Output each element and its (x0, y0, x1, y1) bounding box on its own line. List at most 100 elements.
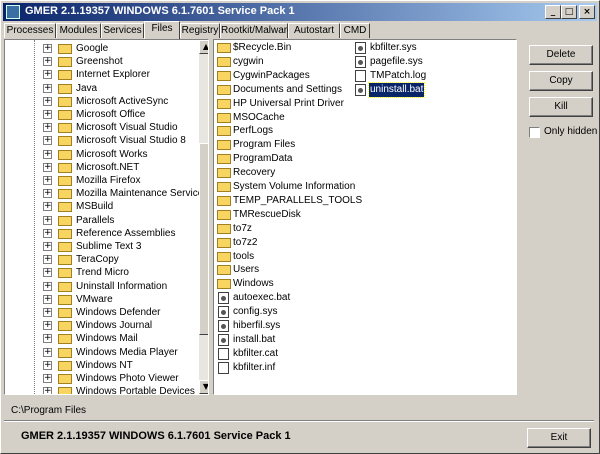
expand-icon[interactable]: + (43, 57, 52, 67)
expand-icon[interactable]: + (43, 83, 52, 93)
delete-button[interactable]: Delete (529, 45, 593, 65)
tree-item-label: Java (76, 82, 98, 94)
tree-item[interactable]: + Windows Defender (5, 306, 195, 319)
tree-item-label: Microsoft Works (76, 148, 148, 160)
expand-icon[interactable]: + (43, 110, 52, 119)
tree-item[interactable]: + Google (5, 42, 195, 55)
file-name: PerfLogs (233, 125, 274, 137)
tab-rootkit-malware[interactable]: Rootkit/Malware (220, 23, 293, 38)
expand-icon[interactable]: + (43, 308, 52, 317)
tree-item-label: Microsoft Visual Studio 8 (76, 135, 186, 147)
tree-item[interactable]: + Trend Micro (5, 266, 195, 279)
tree-item[interactable]: + Greenshot (5, 55, 195, 68)
tree-item[interactable]: + Mozilla Firefox (5, 174, 195, 187)
gmer-window: GMER 2.1.19357 WINDOWS 6.1.7601 Service … (0, 0, 600, 454)
expand-icon[interactable]: + (43, 347, 52, 357)
expand-icon[interactable]: + (43, 96, 52, 106)
expand-icon[interactable]: + (43, 294, 52, 304)
expand-icon[interactable]: + (43, 189, 52, 199)
expand-icon[interactable]: + (43, 136, 52, 146)
expand-icon[interactable]: + (43, 360, 52, 370)
tree-item[interactable]: + Windows Mail (5, 332, 195, 345)
expand-icon[interactable]: + (43, 176, 52, 185)
exit-button[interactable]: Exit (527, 428, 591, 448)
folder-icon (58, 162, 72, 173)
expand-icon[interactable]: + (43, 387, 52, 394)
tree-item[interactable]: + Windows Journal (5, 319, 195, 332)
folder-icon (217, 195, 231, 206)
divider (4, 420, 594, 422)
file-list[interactable]: $Recycle.Bin cygwin CygwinPackages Document… (213, 39, 517, 395)
tab-cmd[interactable]: CMD (340, 23, 370, 38)
expand-icon[interactable]: + (43, 228, 52, 238)
folder-icon (217, 70, 231, 81)
tree-item[interactable]: + Microsoft Visual Studio 8 (5, 134, 195, 147)
tree-item[interactable]: + Microsoft ActiveSync (5, 95, 195, 108)
scroll-up-icon[interactable]: ▲ (199, 40, 208, 54)
tree-item[interactable]: + Parallels (5, 214, 195, 227)
tree-item-label: Greenshot (76, 56, 123, 68)
maximize-button[interactable]: □ (561, 5, 577, 19)
tab-files[interactable]: Files (144, 21, 180, 39)
tree-scrollbar[interactable]: ▲ ▼ (199, 40, 208, 394)
tree-item[interactable]: + Windows Portable Devices (5, 385, 195, 394)
tree-item[interactable]: + Microsoft Visual Studio (5, 121, 195, 134)
tree-item[interactable]: + Mozilla Maintenance Service (5, 187, 203, 200)
expand-icon[interactable]: + (43, 215, 52, 225)
expand-icon[interactable]: + (43, 281, 52, 291)
tree-item[interactable]: + Sublime Text 3 (5, 240, 195, 253)
expand-icon[interactable]: + (43, 70, 52, 80)
file-name: to7z (233, 222, 252, 234)
copy-button[interactable]: Copy (529, 71, 593, 91)
tree-item[interactable]: + Uninstall Information (5, 280, 195, 293)
expand-icon[interactable]: + (43, 202, 52, 212)
expand-icon[interactable]: + (43, 162, 52, 172)
tree-item[interactable]: + Microsoft Office (5, 108, 195, 121)
file-name: Users (233, 264, 260, 276)
tree-item[interactable]: + Windows NT (5, 359, 195, 372)
tree-item[interactable]: + Windows Photo Viewer (5, 372, 195, 385)
tree-item[interactable]: + Windows Media Player (5, 346, 195, 359)
close-button[interactable]: × (579, 5, 595, 19)
expand-icon[interactable]: + (43, 374, 52, 383)
tree-item[interactable]: + Java (5, 82, 195, 95)
folder-icon (58, 374, 72, 384)
expand-icon[interactable]: + (43, 242, 52, 251)
file-name: kbfilter.inf (233, 361, 276, 373)
scroll-down-icon[interactable]: ▼ (199, 380, 208, 394)
tree-item-label: Mozilla Firefox (76, 175, 141, 186)
title-bar[interactable]: GMER 2.1.19357 WINDOWS 6.1.7601 Service … (3, 3, 597, 21)
expand-icon[interactable]: + (43, 321, 52, 331)
tab-processes[interactable]: Processes (4, 23, 56, 38)
tree-item[interactable]: + Microsoft.NET (5, 161, 195, 174)
expand-icon[interactable]: + (43, 149, 52, 159)
minimize-button[interactable]: _ (545, 5, 561, 19)
tab-modules[interactable]: Modules (56, 23, 101, 38)
kill-button[interactable]: Kill (529, 97, 593, 117)
tab-services[interactable]: Services (101, 23, 144, 38)
tree-item[interactable]: + VMware (5, 293, 195, 306)
file-name: HP Universal Print Driver (233, 97, 344, 109)
expand-icon[interactable]: + (43, 255, 52, 265)
system-file-icon (218, 333, 229, 346)
tab-registry[interactable]: Registry (180, 23, 220, 38)
expand-icon[interactable]: + (43, 123, 52, 133)
folder-icon (58, 83, 72, 94)
tree-item[interactable]: + Internet Explorer (5, 68, 195, 81)
expand-icon[interactable]: + (43, 268, 52, 278)
folder-icon (58, 149, 72, 160)
folder-icon (58, 215, 72, 226)
expand-icon[interactable]: + (43, 44, 52, 53)
system-file-icon (355, 55, 366, 68)
scroll-thumb[interactable] (199, 143, 208, 335)
only-hidden-checkbox[interactable] (529, 127, 540, 138)
tab-autostart[interactable]: Autostart (288, 23, 340, 38)
folder-tree[interactable]: + Google + Greenshot + Internet Explorer + Java… (4, 39, 209, 395)
tree-item[interactable]: + Microsoft Works (5, 148, 195, 161)
expand-icon[interactable]: + (43, 334, 52, 344)
window-title: GMER 2.1.19357 WINDOWS 6.1.7601 Service … (25, 5, 295, 17)
tree-item[interactable]: + Reference Assemblies (5, 227, 195, 240)
file-name: Recovery (233, 167, 276, 179)
tree-item[interactable]: + TeraCopy (5, 253, 195, 266)
tree-item[interactable]: + MSBuild (5, 200, 195, 213)
